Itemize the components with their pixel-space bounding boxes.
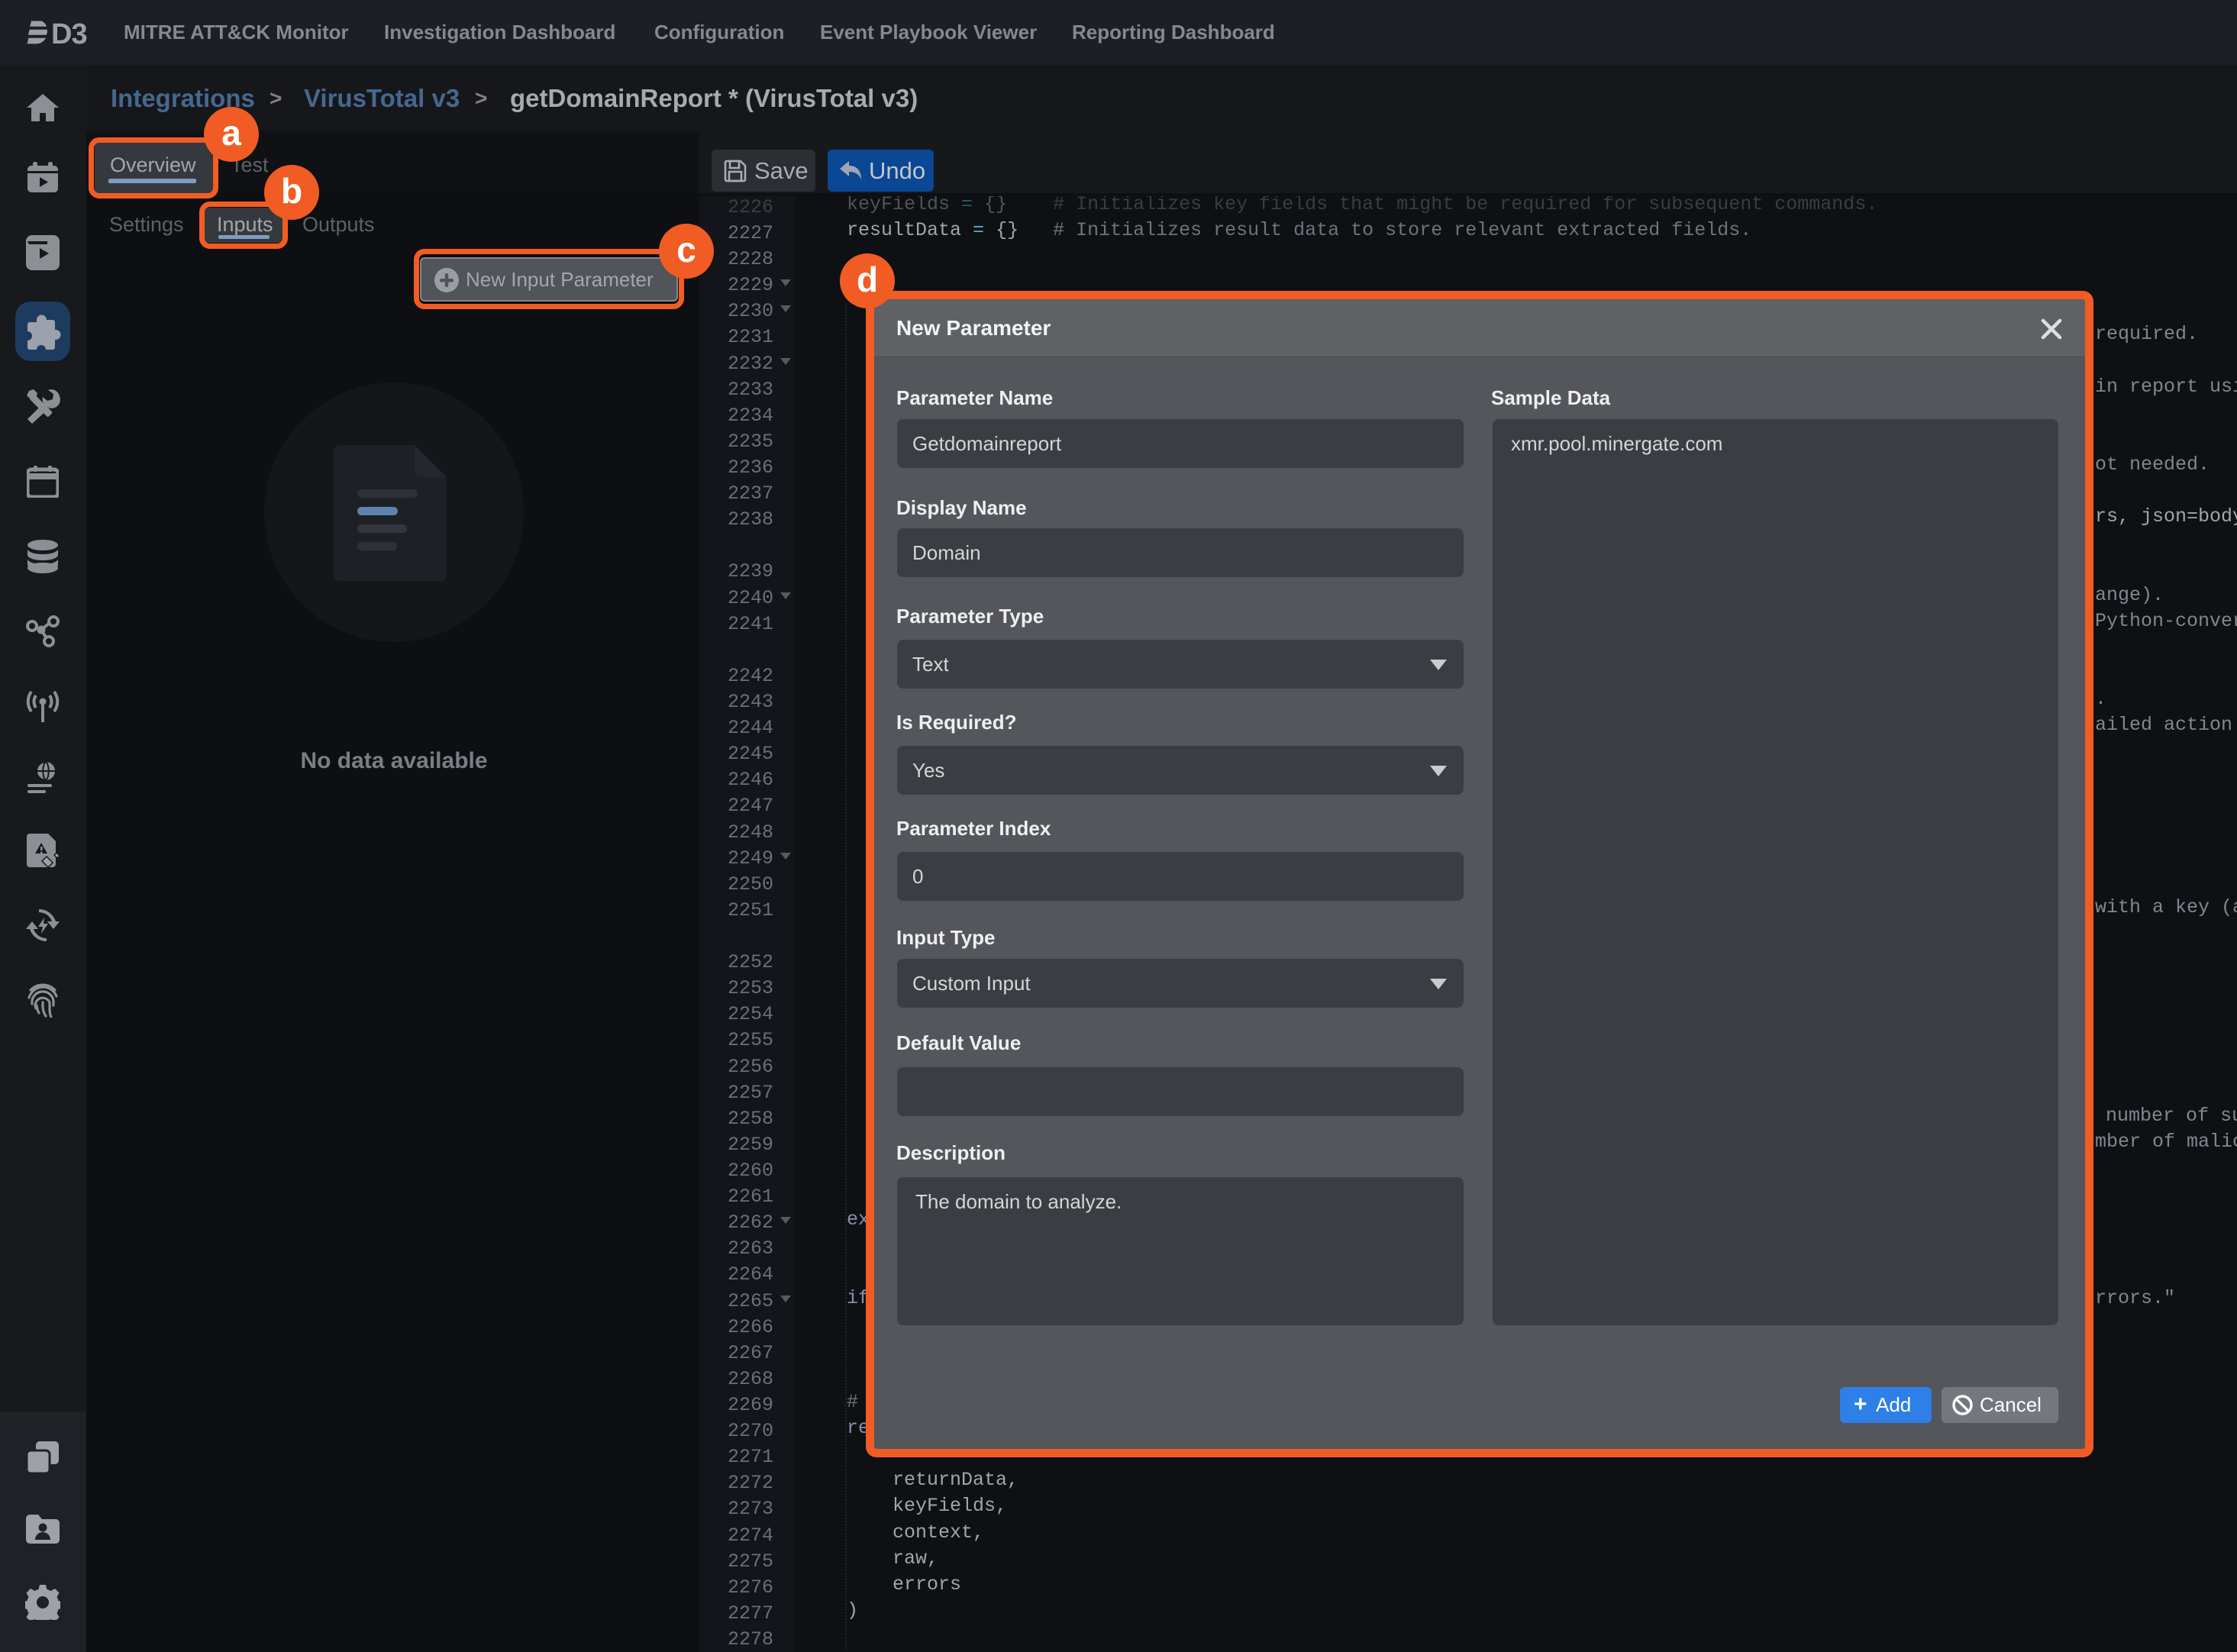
svg-text:D3: D3 <box>51 18 87 47</box>
